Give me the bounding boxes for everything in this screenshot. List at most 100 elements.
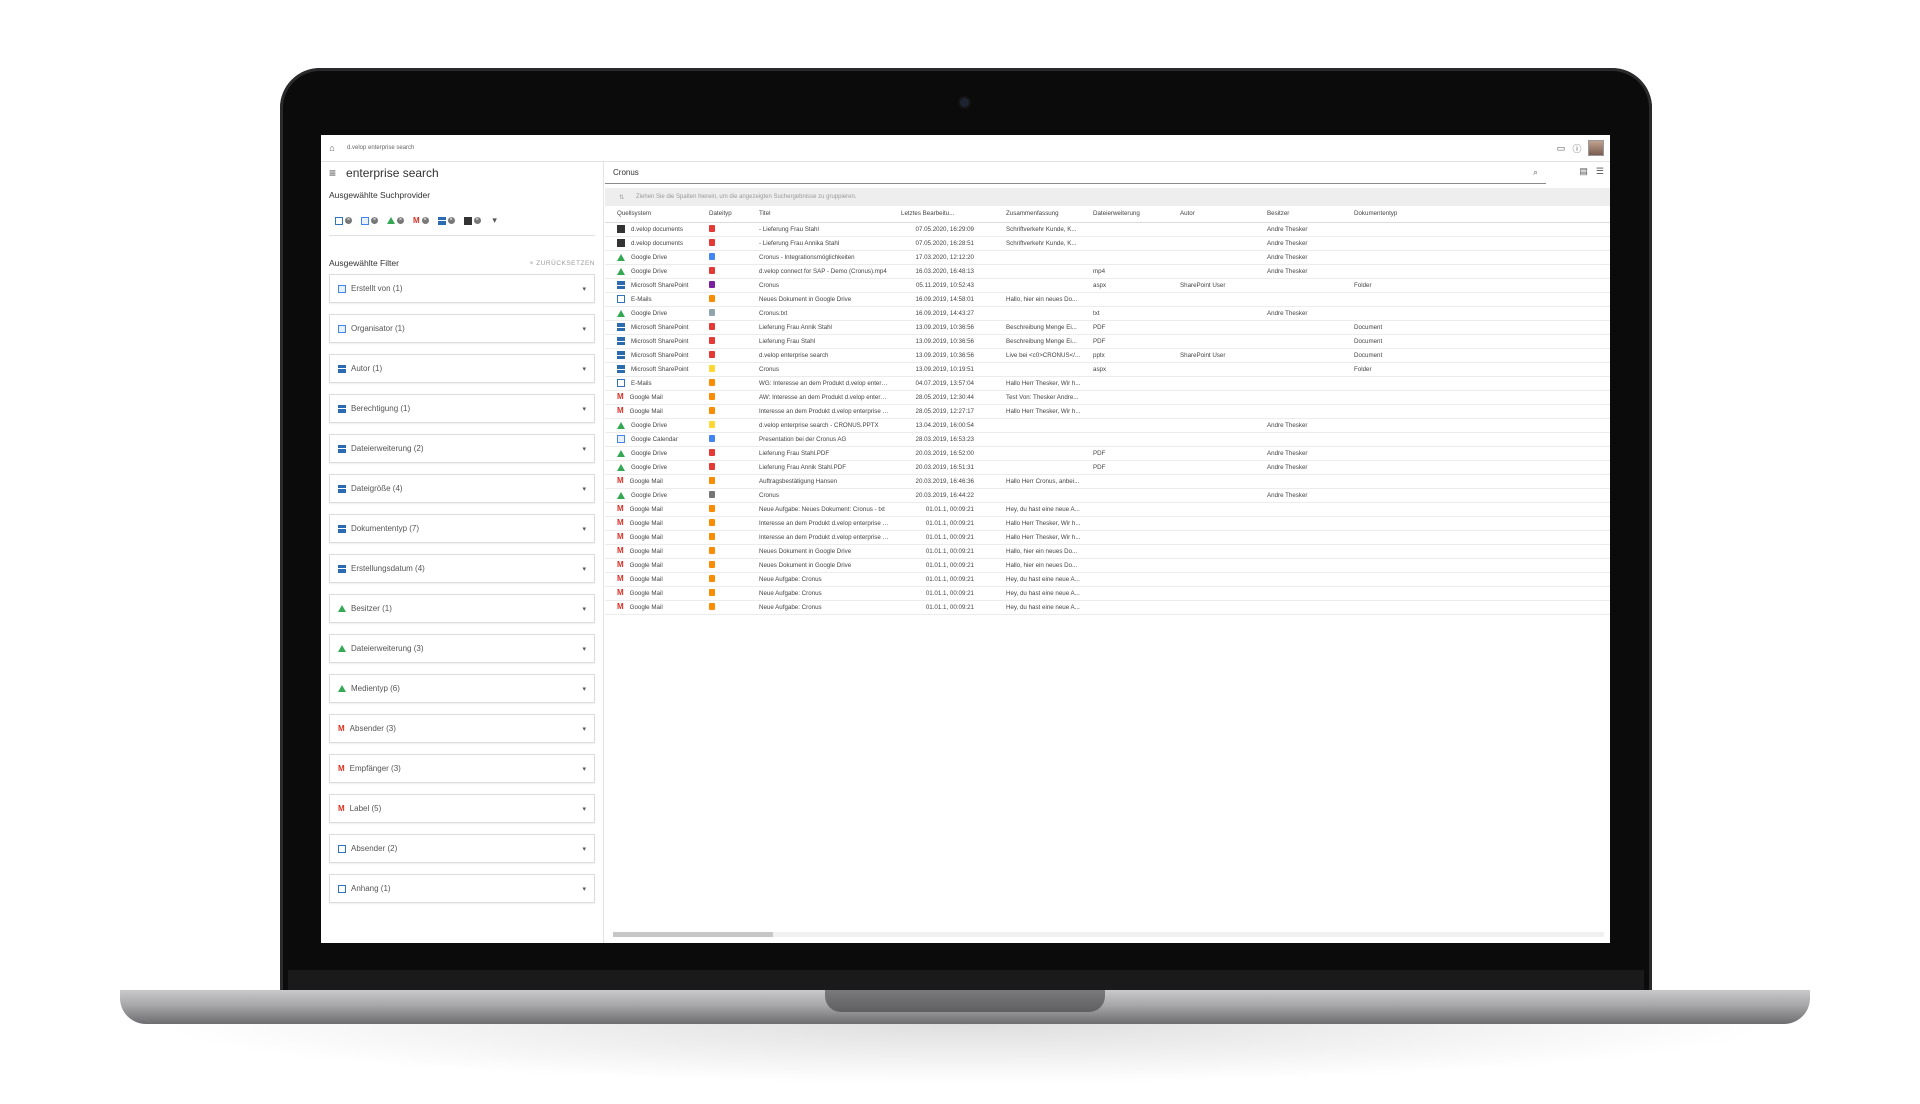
table-row[interactable]: Microsoft SharePoint Lieferung Frau Stahl… (605, 334, 1610, 349)
column-header[interactable]: Zusammenfassung (994, 206, 1081, 223)
table-row[interactable]: M Google Mail AW: Interesse an dem Produkt… (605, 390, 1610, 405)
table-row[interactable]: Google Drive d.velop connect for SAP - De… (605, 264, 1610, 279)
filter-dropdown[interactable]: Autor (1) ▾ (329, 354, 595, 383)
search-input[interactable]: Cronus (613, 168, 639, 177)
table-row[interactable]: Google Drive Lieferung Frau Annik Stahl.P… (605, 460, 1610, 475)
table-row[interactable]: Google Drive Cronus 20.03.2019, 16:44:22 An… (605, 488, 1610, 503)
info-icon[interactable]: ⓘ (1572, 143, 1582, 154)
scrollbar-thumb[interactable] (613, 932, 773, 937)
filter-dropdown[interactable]: Absender (2) ▾ (329, 834, 595, 863)
title-cell[interactable]: Lieferung Frau Stahl.PDF (747, 446, 889, 461)
filter-dropdown[interactable]: Dateierweiterung (2) ▾ (329, 434, 595, 463)
title-cell[interactable]: Lieferung Frau Annik Stahl (747, 320, 889, 335)
table-row[interactable]: M Google Mail Interesse an dem Produkt d.v… (605, 530, 1610, 545)
table-row[interactable]: E-Mails WG: Interesse an dem Produkt d.ve… (605, 376, 1610, 391)
chevron-down-icon[interactable]: ▾ (490, 215, 500, 226)
filter-dropdown[interactable]: Medientyp (6) ▾ (329, 674, 595, 703)
table-row[interactable]: M Google Mail Neues Dokument in Google Dri… (605, 544, 1610, 559)
filter-dropdown[interactable]: M Label (5) ▾ (329, 794, 595, 823)
remove-icon[interactable]: × (397, 217, 404, 224)
home-icon[interactable]: ⌂ (327, 143, 337, 153)
title-cell[interactable]: Cronus.txt (747, 306, 889, 321)
filter-dropdown[interactable]: Organisator (1) ▾ (329, 314, 595, 343)
table-row[interactable]: Microsoft SharePoint Cronus 13.09.2019, 10… (605, 362, 1610, 377)
remove-icon[interactable]: × (473, 217, 481, 224)
title-cell[interactable]: d.velop connect for SAP - Demo (Cronus).… (747, 264, 889, 279)
column-header[interactable]: Dateityp (697, 206, 747, 223)
group-bar[interactable]: ⇅ Ziehen Sie die Spalten hierein, um die… (605, 188, 1610, 206)
preview-icon[interactable]: ▤ (1579, 166, 1588, 177)
title-cell[interactable]: Interesse an dem Produkt d.velop enterpr… (747, 516, 889, 531)
provider-chip-mail[interactable]: × (335, 216, 352, 225)
title-cell[interactable]: - Lieferung Frau Stahl (747, 222, 889, 237)
table-row[interactable]: M Google Mail Neue Aufgabe: Cronus 01.01.1,… (605, 572, 1610, 587)
title-cell[interactable]: Neues Dokument in Google Drive (747, 544, 889, 559)
title-cell[interactable]: Neues Dokument in Google Drive (747, 558, 889, 573)
column-header[interactable]: Quellsystem (605, 206, 697, 223)
column-header[interactable]: Autor (1168, 206, 1255, 223)
title-cell[interactable]: d.velop enterprise search - CRONUS.PPTX (747, 418, 889, 433)
title-cell[interactable]: Interesse an dem Produkt d.velop enterpr… (747, 404, 889, 419)
table-row[interactable]: M Google Mail Auftragsbestätigung Hansen 20… (605, 474, 1610, 489)
title-cell[interactable]: Neues Dokument in Google Drive (747, 292, 889, 307)
reset-button[interactable]: × ZURÜCKSETZEN (530, 260, 595, 267)
provider-chip-gmail[interactable]: M × (413, 216, 429, 225)
title-cell[interactable]: Neue Aufgabe: Cronus (747, 600, 889, 615)
filter-icon[interactable]: ☰ (1596, 166, 1604, 177)
title-cell[interactable]: Cronus - Integrationsmöglichkeiten (747, 250, 889, 265)
breadcrumb[interactable]: d.velop enterprise search (347, 145, 414, 151)
title-cell[interactable]: Neue Aufgabe: Neues Dokument: Cronus - t… (747, 502, 889, 517)
filter-dropdown[interactable]: Dateierweiterung (3) ▾ (329, 634, 595, 663)
filter-dropdown[interactable]: Dateigröße (4) ▾ (329, 474, 595, 503)
provider-chip-dvelop[interactable]: × (463, 216, 481, 225)
provider-chip-google-drive[interactable]: × (387, 217, 404, 224)
title-cell[interactable]: Lieferung Frau Stahl (747, 334, 889, 349)
window-icon[interactable]: ▭ (1556, 143, 1566, 153)
table-row[interactable]: M Google Mail Neues Dokument in Google Dri… (605, 558, 1610, 573)
remove-icon[interactable]: × (345, 217, 352, 224)
table-row[interactable]: Google Calendar Presentation bei der Cron… (605, 432, 1610, 447)
filter-dropdown[interactable]: Besitzer (1) ▾ (329, 594, 595, 623)
table-row[interactable]: Microsoft SharePoint d.velop enterprise s… (605, 348, 1610, 363)
filter-dropdown[interactable]: Anhang (1) ▾ (329, 874, 595, 903)
remove-icon[interactable]: × (371, 217, 378, 224)
filter-dropdown[interactable]: Dokumententyp (7) ▾ (329, 514, 595, 543)
title-cell[interactable]: Cronus (747, 362, 889, 377)
title-cell[interactable]: Lieferung Frau Annik Stahl.PDF (747, 460, 889, 475)
table-row[interactable]: Google Drive d.velop enterprise search - … (605, 418, 1610, 433)
provider-chip-sharepoint[interactable]: × (437, 216, 455, 225)
menu-icon[interactable]: ≡ (329, 166, 336, 180)
column-header[interactable]: Dateierweiterung (1081, 206, 1168, 223)
filter-dropdown[interactable]: M Absender (3) ▾ (329, 714, 595, 743)
table-row[interactable]: Google Drive Lieferung Frau Stahl.PDF 20.0… (605, 446, 1610, 461)
table-row[interactable]: Google Drive Cronus - Integrationsmöglich… (605, 250, 1610, 265)
title-cell[interactable]: Interesse an dem Produkt d.velop enterpr… (747, 530, 889, 545)
title-cell[interactable]: Neue Aufgabe: Cronus (747, 572, 889, 587)
table-row[interactable]: M Google Mail Neue Aufgabe: Neues Dokument… (605, 502, 1610, 517)
filter-dropdown[interactable]: M Empfänger (3) ▾ (329, 754, 595, 783)
column-header[interactable]: Titel (747, 206, 889, 223)
column-header[interactable]: Dokumententyp (1342, 206, 1610, 223)
title-cell[interactable]: - Lieferung Frau Annika Stahl (747, 236, 889, 251)
search-icon[interactable]: ⌕ (1533, 167, 1538, 178)
table-row[interactable]: M Google Mail Neue Aufgabe: Cronus 01.01.1,… (605, 600, 1610, 615)
filter-dropdown[interactable]: Erstellt von (1) ▾ (329, 274, 595, 303)
title-cell[interactable]: Presentation bei der Cronus AG (747, 432, 889, 447)
remove-icon[interactable]: × (447, 217, 455, 224)
filter-dropdown[interactable]: Erstellungsdatum (4) ▾ (329, 554, 595, 583)
avatar[interactable] (1588, 140, 1604, 156)
title-cell[interactable]: d.velop enterprise search (747, 348, 889, 363)
table-row[interactable]: d.velop documents - Lieferung Frau Annika… (605, 236, 1610, 251)
table-row[interactable]: Google Drive Cronus.txt 16.09.2019, 14:43:… (605, 306, 1610, 321)
table-row[interactable]: M Google Mail Neue Aufgabe: Cronus 01.01.1,… (605, 586, 1610, 601)
table-row[interactable]: d.velop documents - Lieferung Frau Stahl 0… (605, 222, 1610, 237)
column-header[interactable]: Letztes Bearbeitu... (889, 206, 994, 223)
horizontal-scrollbar[interactable] (613, 932, 1604, 937)
table-row[interactable]: E-Mails Neues Dokument in Google Drive 16.… (605, 292, 1610, 307)
title-cell[interactable]: Cronus (747, 488, 889, 503)
search-bar[interactable]: Cronus ⌕ (605, 162, 1546, 184)
table-row[interactable]: M Google Mail Interesse an dem Produkt d.v… (605, 404, 1610, 419)
title-cell[interactable]: Neue Aufgabe: Cronus (747, 586, 889, 601)
title-cell[interactable]: AW: Interesse an dem Produkt d.velop ent… (747, 390, 889, 405)
provider-chip-calendar[interactable]: × (361, 216, 378, 225)
